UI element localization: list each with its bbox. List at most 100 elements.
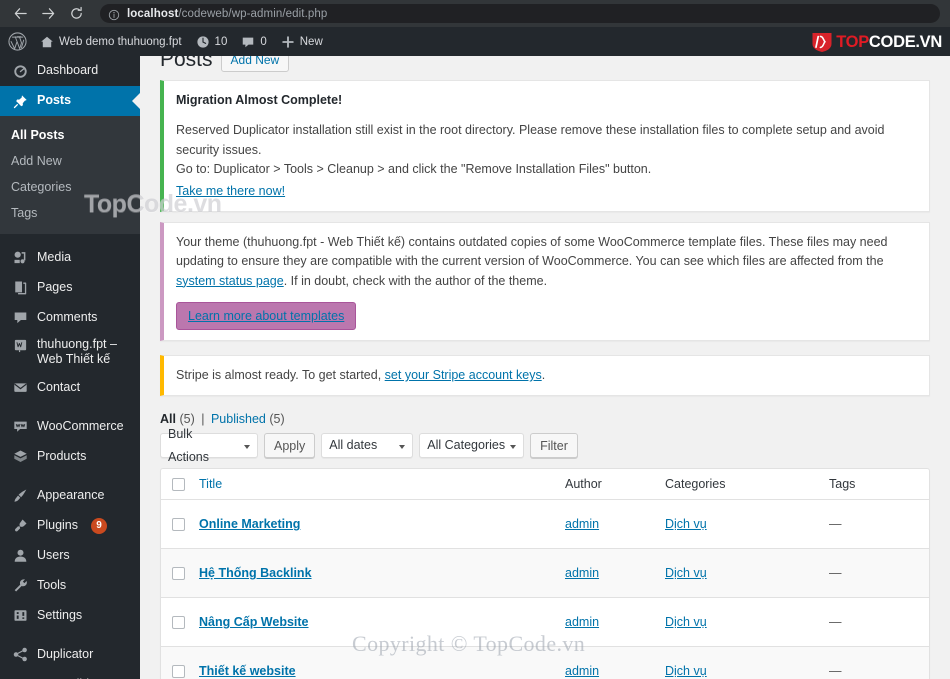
- sidebar-item-woocommerce[interactable]: WooCommerce: [0, 412, 140, 442]
- sidebar-item-pages[interactable]: Pages: [0, 273, 140, 303]
- table-row[interactable]: Hệ Thống Backlink admin Dịch vụ —: [161, 549, 929, 599]
- post-author-link[interactable]: admin: [565, 566, 599, 580]
- post-category-link[interactable]: Dịch vụ: [665, 517, 707, 531]
- sidebar-item-plugins[interactable]: Plugins 9: [0, 511, 140, 541]
- sidebar-item-media[interactable]: Media: [0, 243, 140, 273]
- post-title-link[interactable]: Online Marketing: [199, 517, 300, 531]
- topcode-shield-icon: [811, 31, 833, 53]
- wordpress-logo-glyph: [8, 32, 27, 51]
- site-name-menu[interactable]: Web demo thuhuong.fpt: [33, 27, 189, 56]
- post-title-link[interactable]: Thiết kế website: [199, 664, 296, 678]
- table-row[interactable]: Thiết kế website admin Dịch vụ —: [161, 647, 929, 679]
- post-category-link[interactable]: Dịch vụ: [665, 615, 707, 629]
- user-icon: [11, 548, 29, 563]
- column-header-title[interactable]: Title: [199, 477, 565, 491]
- paintbrush-icon: [11, 488, 29, 503]
- site-info-icon[interactable]: [108, 8, 120, 20]
- date-filter-value: All dates: [329, 438, 378, 453]
- comment-bubble-icon: [11, 310, 29, 325]
- sidebar-label-duplicator: Duplicator: [37, 646, 94, 661]
- view-published-count: (5): [269, 412, 285, 427]
- back-arrow-icon[interactable]: [6, 0, 34, 27]
- forward-arrow-icon[interactable]: [34, 0, 62, 27]
- settings-sliders-icon: [11, 608, 29, 623]
- updates-menu[interactable]: 10: [189, 27, 235, 56]
- sidebar-item-products[interactable]: Products: [0, 442, 140, 472]
- submenu-item-add-new[interactable]: Add New: [0, 148, 140, 174]
- row-author-cell: admin: [565, 664, 665, 678]
- category-filter-select[interactable]: All Categories: [419, 433, 525, 459]
- notice-stripe-text-before: Stripe is almost ready. To get started,: [176, 368, 385, 382]
- row-select-cell: [161, 517, 199, 531]
- sidebar-separator-3: [0, 472, 140, 481]
- sidebar-item-posts[interactable]: Posts: [0, 86, 140, 116]
- submenu-item-tags[interactable]: Tags: [0, 200, 140, 226]
- post-author-link[interactable]: admin: [565, 517, 599, 531]
- sidebar-separator-4: [0, 631, 140, 640]
- row-select-cell: [161, 664, 199, 678]
- envelope-icon: [11, 380, 29, 395]
- sidebar-item-dashboard[interactable]: Dashboard: [0, 56, 140, 86]
- row-select-cell: [161, 615, 199, 629]
- row-checkbox[interactable]: [172, 566, 185, 580]
- system-status-page-link[interactable]: system status page: [176, 274, 284, 288]
- post-category-link[interactable]: Dịch vụ: [665, 566, 707, 580]
- row-checkbox[interactable]: [172, 664, 185, 678]
- sidebar-label-woocommerce: WooCommerce: [37, 418, 124, 433]
- sidebar-label-pages: Pages: [37, 279, 73, 294]
- apply-button[interactable]: Apply: [264, 433, 316, 459]
- comments-menu[interactable]: 0: [234, 27, 273, 56]
- post-author-link[interactable]: admin: [565, 615, 599, 629]
- row-author-cell: admin: [565, 566, 665, 580]
- submenu-item-all-posts[interactable]: All Posts: [0, 122, 140, 148]
- pin-icon: [11, 94, 29, 109]
- sidebar-separator-2: [0, 403, 140, 412]
- filter-button[interactable]: Filter: [530, 433, 578, 459]
- post-tags-value: —: [829, 664, 842, 679]
- address-bar[interactable]: localhost/codeweb/wp-admin/edit.php: [100, 4, 940, 23]
- sidebar-item-contact[interactable]: Contact: [0, 373, 140, 403]
- notice-migration-link[interactable]: Take me there now!: [176, 182, 285, 201]
- sidebar-item-tools[interactable]: Tools: [0, 571, 140, 601]
- sidebar-item-thuhuong-theme[interactable]: thuhuong.fpt – Web Thiết kế: [0, 333, 140, 373]
- posts-submenu: All Posts Add New Categories Tags: [0, 116, 140, 234]
- learn-more-templates-button[interactable]: Learn more about templates: [176, 302, 357, 330]
- add-new-button[interactable]: Add New: [220, 56, 290, 72]
- date-filter-select[interactable]: All dates: [321, 433, 414, 459]
- sidebar-item-comments[interactable]: Comments: [0, 303, 140, 333]
- table-row[interactable]: Nâng Cấp Website admin Dịch vụ —: [161, 598, 929, 648]
- table-row[interactable]: Online Marketing admin Dịch vụ —: [161, 500, 929, 550]
- post-title-link[interactable]: Nâng Cấp Website: [199, 615, 309, 629]
- sidebar-item-appearance[interactable]: Appearance: [0, 481, 140, 511]
- notice-stripe-text: Stripe is almost ready. To get started, …: [176, 366, 917, 385]
- row-checkbox[interactable]: [172, 517, 185, 531]
- post-title-link[interactable]: Hệ Thống Backlink: [199, 566, 312, 580]
- reload-icon[interactable]: [62, 0, 90, 27]
- sidebar-item-logo-slider[interactable]: Logo Slider: [0, 670, 140, 679]
- plug-icon: [11, 518, 29, 533]
- column-header-author-label: Author: [565, 477, 602, 492]
- new-content-menu[interactable]: New: [274, 27, 330, 56]
- plugins-update-badge: 9: [91, 517, 107, 534]
- post-category-link[interactable]: Dịch vụ: [665, 664, 707, 678]
- sidebar-label-comments: Comments: [37, 309, 98, 324]
- column-header-categories-label: Categories: [665, 477, 726, 492]
- sidebar-item-duplicator[interactable]: Duplicator: [0, 640, 140, 670]
- bulk-actions-select[interactable]: Bulk Actions: [160, 427, 258, 464]
- sidebar-label-settings: Settings: [37, 607, 83, 622]
- post-tags-value: —: [829, 517, 842, 532]
- sidebar-item-settings[interactable]: Settings: [0, 601, 140, 631]
- media-icon: [11, 250, 29, 265]
- sidebar-label-thuhuong-theme: thuhuong.fpt – Web Thiết kế: [37, 336, 117, 367]
- home-icon: [40, 35, 54, 49]
- wordpress-logo-icon[interactable]: [0, 27, 33, 56]
- submenu-item-categories[interactable]: Categories: [0, 174, 140, 200]
- post-author-link[interactable]: admin: [565, 664, 599, 678]
- posts-table: Title Author Categories Tags Online Mark…: [160, 468, 930, 679]
- row-checkbox[interactable]: [172, 615, 185, 629]
- stripe-account-keys-link[interactable]: set your Stripe account keys: [385, 368, 542, 382]
- sidebar-item-users[interactable]: Users: [0, 541, 140, 571]
- select-all-checkbox[interactable]: [172, 477, 185, 491]
- topcode-word-code: CODE.VN: [868, 32, 942, 51]
- w-theme-icon: [11, 338, 29, 353]
